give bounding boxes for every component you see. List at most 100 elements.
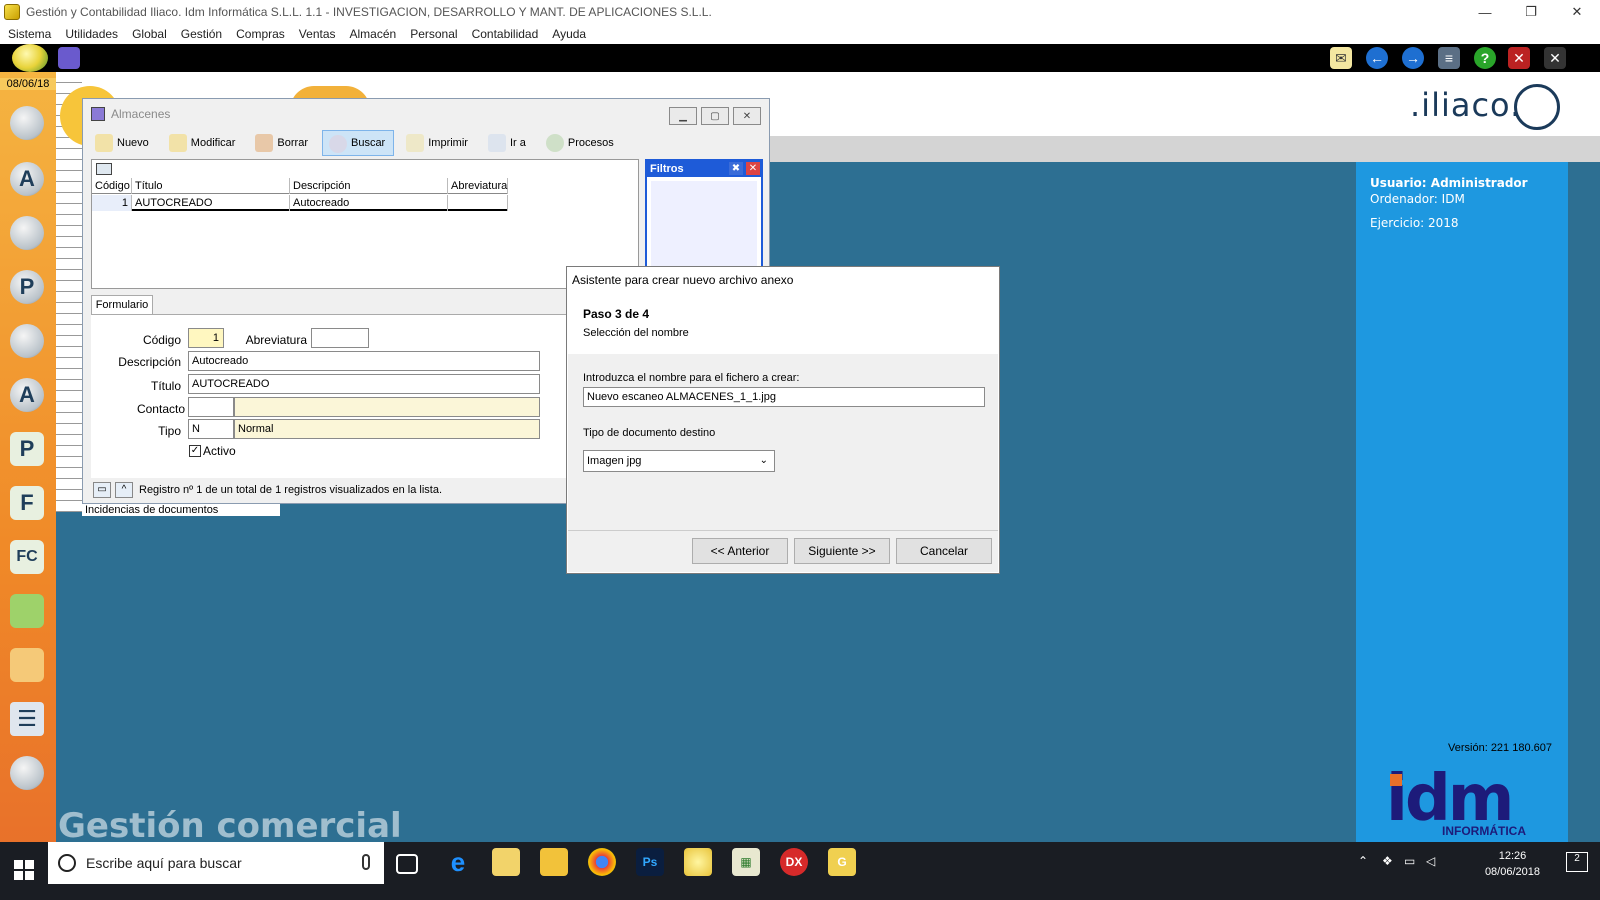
borrar-button[interactable]: Borrar [249,130,316,156]
almacenes-toolbar: Nuevo Modificar Borrar Buscar Imprimir I… [89,129,765,157]
user-icon[interactable] [6,212,48,254]
tools-icon[interactable]: ✕ [1544,47,1566,69]
titulo-field[interactable]: AUTOCREADO [188,374,540,394]
abreviatura-field[interactable] [311,328,369,348]
bag-orange-icon[interactable] [6,644,48,686]
chrome-icon[interactable] [588,848,616,876]
volume-icon[interactable]: ◁ [1426,854,1435,868]
file-name-input[interactable]: Nuevo escaneo ALMACENES_1_1.jpg [583,387,985,407]
dropbox-icon[interactable]: ❖ [1382,854,1393,868]
photoshop-icon[interactable]: Ps [636,848,664,876]
descripcion-field[interactable]: Autocreado [188,351,540,371]
minimize-button[interactable]: — [1462,0,1508,24]
module-title: Gestión comercial [58,806,402,846]
close-button[interactable]: ✕ [1554,0,1600,24]
incidencias-tab[interactable]: Incidencias de documentos [82,504,280,516]
col-descripcion[interactable]: Descripción [290,178,448,194]
menu-global[interactable]: Global [132,27,167,41]
menu-utilidades[interactable]: Utilidades [65,27,118,41]
cube-icon[interactable] [58,47,80,69]
tab-formulario[interactable]: Formulario [91,295,153,315]
alm-maximize-button[interactable]: ▢ [701,107,729,125]
cancelar-button[interactable]: Cancelar [896,538,992,564]
grid-options-icon[interactable] [96,163,112,175]
iliaco-globe-icon[interactable] [684,848,712,876]
goto-icon [487,134,506,152]
bag-icon[interactable] [6,590,48,632]
notifications-icon[interactable]: 2 [1566,852,1588,872]
magic-cd-icon[interactable] [6,752,48,794]
anterior-button[interactable]: << Anterior [692,538,788,564]
letter-p-icon[interactable]: P [6,428,48,470]
doc-type-select[interactable]: Imagen jpg ⌄ [583,450,775,472]
maximize-button[interactable]: ❐ [1508,0,1554,24]
close-app-icon[interactable]: ✕ [1508,47,1530,69]
taskbar-clock[interactable]: 12:26 08/06/2018 [1485,848,1540,880]
wizard-body: Introduzca el nombre para el fichero a c… [568,354,998,530]
imprimir-button[interactable]: Imprimir [400,130,476,156]
wizard-dialog: Asistente para crear nuevo archivo anexo… [566,266,1000,574]
menu-almacen[interactable]: Almacén [350,27,397,41]
siguiente-button[interactable]: Siguiente >> [794,538,890,564]
tipo-code-field[interactable]: N [188,419,234,439]
letter-f-icon[interactable]: F [6,482,48,524]
col-codigo[interactable]: Código [92,178,132,194]
menu-gestion[interactable]: Gestión [181,27,222,41]
alm-close-button[interactable]: ✕ [733,107,761,125]
taskbar-search[interactable]: Escribe aquí para buscar [48,842,384,884]
menu-ventas[interactable]: Ventas [299,27,336,41]
filtros-close-icon[interactable]: ✕ [746,162,760,175]
buscar-button[interactable]: Buscar [321,130,395,156]
mail-icon[interactable]: ✉ [1330,47,1352,69]
procesos-button[interactable]: Procesos [540,130,622,156]
tray-chevron-icon[interactable]: ⌃ [1358,854,1368,868]
contacto-code-field[interactable] [188,397,234,417]
activo-checkbox[interactable]: ✓ [189,445,201,457]
help-icon[interactable]: ? [1474,47,1496,69]
edge-icon[interactable]: e [444,847,472,877]
table-row[interactable]: 1 AUTOCREADO Autocreado [92,195,508,211]
microphone-icon[interactable] [362,854,370,870]
idm-logo: idm INFORMÁTICA [1386,762,1526,838]
menu-personal[interactable]: Personal [410,27,457,41]
user-a-icon[interactable]: A [6,374,48,416]
letter-fc-icon[interactable]: FC [6,536,48,578]
windows-start-icon[interactable] [14,860,34,880]
logo-ring-icon [1514,84,1560,130]
network-icon[interactable]: ▭ [1404,854,1415,868]
alm-minimize-button[interactable]: ▁ [669,107,697,125]
globe-icon[interactable] [12,44,48,72]
outlook-mail-icon[interactable] [492,848,520,876]
users-group-icon[interactable] [6,320,48,362]
back-arrow-icon[interactable]: ← [1366,47,1388,69]
task-view-icon[interactable] [396,854,418,874]
ledger-icon[interactable]: ☰ [6,698,48,740]
nuevo-button[interactable]: Nuevo [89,130,157,156]
menu-sistema[interactable]: Sistema [8,27,51,41]
pin-icon[interactable]: ✖ [729,162,743,175]
col-abreviatura[interactable]: Abreviatura [448,178,508,194]
dx-icon[interactable]: DX [780,848,808,876]
users-icon[interactable] [6,102,48,144]
col-titulo[interactable]: Título [132,178,290,194]
menu-contabilidad[interactable]: Contabilidad [472,27,539,41]
window-title: Gestión y Contabilidad Iliaco. Idm Infor… [26,5,712,19]
user-p-icon[interactable]: P [6,266,48,308]
main-toolbar: ✉ ← → ≡ ? ✕ ✕ [0,44,1600,72]
ir-a-button[interactable]: Ir a [482,130,534,156]
file-explorer-icon[interactable] [540,848,568,876]
text-a-icon[interactable]: A [6,158,48,200]
left-sidebar: 08/06/18 A P A P F FC ☰ [0,72,56,858]
forward-arrow-icon[interactable]: → [1402,47,1424,69]
search-placeholder: Escribe aquí para buscar [86,855,242,871]
spreadsheet-icon[interactable]: ▦ [732,848,760,876]
codigo-field[interactable]: 1 [188,328,224,348]
record-icon[interactable]: ▭ [93,482,111,498]
user-label: Usuario: Administrador [1370,176,1528,190]
list-icon[interactable]: ≡ [1438,47,1460,69]
menu-ayuda[interactable]: Ayuda [552,27,586,41]
gestion-app-icon[interactable]: G [828,848,856,876]
modificar-button[interactable]: Modificar [163,130,244,156]
menu-compras[interactable]: Compras [236,27,285,41]
chevron-up-icon[interactable]: ^ [115,482,133,498]
